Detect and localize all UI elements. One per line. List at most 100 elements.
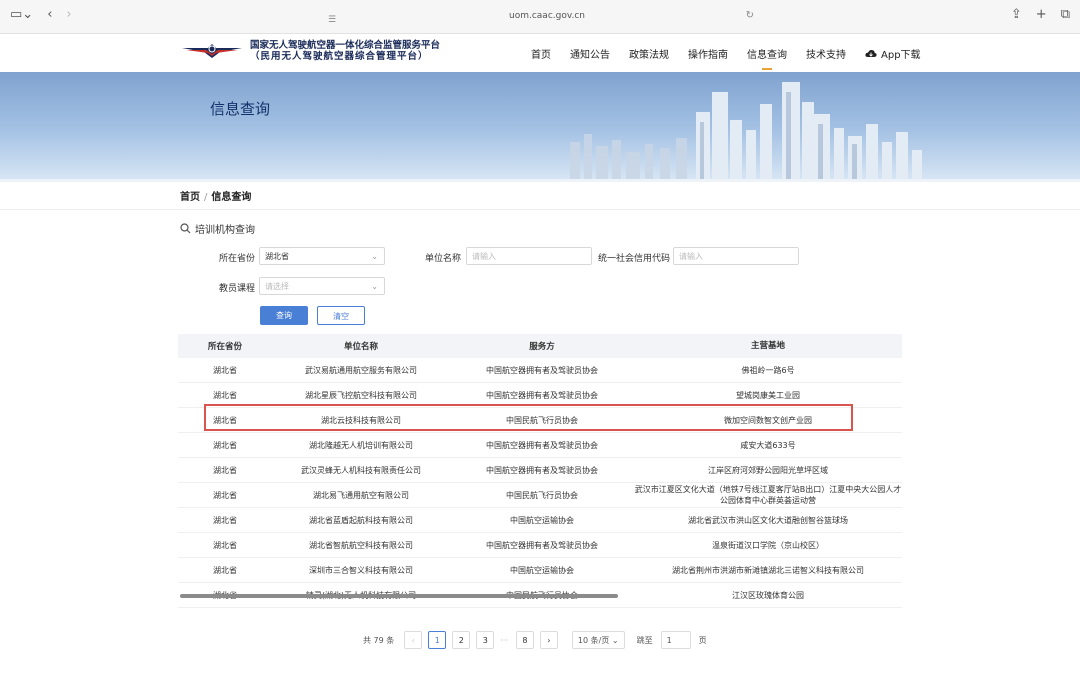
reload-icon[interactable]: ↻ xyxy=(746,6,754,26)
pagination: 共 79 条 ‹ 1 2 3 ··· 8 › 10 条/页 ⌄ 跳至 1 页 xyxy=(363,631,707,649)
table-header: 所在省份 单位名称 服务方 主营基地 xyxy=(178,334,902,358)
cell-unit-name: 武汉灵蜂无人机科技有限责任公司 xyxy=(301,465,421,475)
cell-service-party: 中国航空器拥有者及驾驶员协会 xyxy=(486,540,598,550)
chevron-down-icon: ⌄ xyxy=(611,636,619,645)
cell-unit-name: 湖北省蓝盾起航科技有限公司 xyxy=(309,515,413,525)
table-row[interactable]: 湖北省 湖北省蓝盾起航科技有限公司 中国航空运输协会 湖北省武汉市洪山区文化大道融创智… xyxy=(178,508,902,533)
site-title-line2: （民用无人驾驶航空器综合管理平台） xyxy=(250,51,429,62)
breadcrumb-divider xyxy=(0,209,1080,210)
banner-divider xyxy=(0,179,1080,182)
back-icon[interactable]: ‹ xyxy=(47,7,52,22)
cell-base: 江岸区府河郊野公园阳光草坪区域 xyxy=(708,465,828,475)
chevron-down-icon: ⌄ xyxy=(371,282,378,291)
unit-name-label: 单位名称 xyxy=(425,254,462,264)
cell-base: 温泉街道汉口学院（京山校区） xyxy=(712,540,824,550)
cell-base: 湖北省武汉市洪山区文化大道融创智谷篮球场 xyxy=(688,515,848,525)
credit-code-input[interactable]: 请输入 xyxy=(673,247,799,265)
nav-info-query[interactable]: 信息查询 xyxy=(747,46,787,61)
tab-overview-icon[interactable]: ⧉ xyxy=(1061,7,1070,22)
cell-province: 湖北省 xyxy=(213,515,237,525)
clear-button[interactable]: 清空 xyxy=(317,306,365,325)
next-page-button[interactable]: › xyxy=(539,631,558,649)
cell-unit-name: 湖北省智航航空科技有限公司 xyxy=(309,540,413,550)
page-3-button[interactable]: 3 xyxy=(476,631,495,649)
cell-province: 湖北省 xyxy=(213,540,237,550)
browser-right-controls: ⇪ + ⧉ xyxy=(1011,7,1070,22)
cell-unit-name: 深圳市三合智义科技有限公司 xyxy=(309,565,413,575)
cell-province: 湖北省 xyxy=(213,390,237,400)
cell-unit-name: 武汉易航通用航空服务有限公司 xyxy=(305,365,417,375)
cell-service-party: 中国航空运输协会 xyxy=(510,515,574,525)
jump-label: 跳至 xyxy=(636,635,653,645)
share-icon[interactable]: ⇪ xyxy=(1011,7,1022,22)
header-service-party: 服务方 xyxy=(529,342,555,352)
cell-province: 湖北省 xyxy=(213,365,237,375)
page-settings-icon[interactable]: ☰ xyxy=(328,10,336,30)
page-size-select[interactable]: 10 条/页 ⌄ xyxy=(571,631,625,649)
banner-title: 信息查询 xyxy=(210,100,271,118)
header-province: 所在省份 xyxy=(207,342,242,352)
cell-service-party: 中国航空器拥有者及驾驶员协会 xyxy=(486,365,598,375)
highlight-box xyxy=(204,404,853,431)
address-bar[interactable]: ☰ uom.caac.gov.cn ↻ xyxy=(322,6,772,26)
breadcrumb-separator: / xyxy=(204,192,208,203)
cell-service-party: 中国航空器拥有者及驾驶员协会 xyxy=(486,390,598,400)
section-title: 培训机构查询 xyxy=(195,225,255,236)
nav-policies[interactable]: 政策法规 xyxy=(629,46,669,61)
table-row[interactable]: 湖北省 武汉易航通用航空服务有限公司 中国航空器拥有者及驾驶员协会 佛祖岭一路6号 xyxy=(178,358,902,383)
credit-code-label: 统一社会信用代码 xyxy=(598,254,671,264)
jump-page-input[interactable]: 1 xyxy=(660,631,691,649)
page-1-button[interactable]: 1 xyxy=(428,631,447,649)
course-select[interactable]: 请选择 ⌄ xyxy=(259,277,385,295)
cell-service-party: 中国航空器拥有者及驾驶员协会 xyxy=(486,440,598,450)
cloud-download-icon xyxy=(865,49,877,57)
province-select[interactable]: 湖北省 ⌄ xyxy=(259,247,385,265)
cell-service-party: 中国航空器拥有者及驾驶员协会 xyxy=(486,465,598,475)
cell-base: 江汉区玫瑰体育公园 xyxy=(732,590,804,600)
cell-base: 佛祖岭一路6号 xyxy=(741,365,795,375)
pagination-ellipsis[interactable]: ··· xyxy=(500,636,508,645)
horizontal-scrollbar[interactable] xyxy=(180,594,618,598)
chevron-down-icon: ⌄ xyxy=(371,252,378,261)
site-header: 国家无人驾驶航空器一体化综合监管服务平台 （民用无人驾驶航空器综合管理平台） 首… xyxy=(0,34,1080,72)
nav-app-download[interactable]: App下载 xyxy=(865,46,921,61)
prev-page-button[interactable]: ‹ xyxy=(404,631,423,649)
province-value: 湖北省 xyxy=(265,252,289,261)
nav-tech-support[interactable]: 技术支持 xyxy=(806,46,846,61)
site-title: 国家无人驾驶航空器一体化综合监管服务平台 （民用无人驾驶航空器综合管理平台） xyxy=(250,40,440,62)
page-banner: 信息查询 xyxy=(0,72,1080,179)
table-row[interactable]: 湖北省 深圳市三合智义科技有限公司 中国航空运输协会 湖北省荆州市洪湖市新滩镇湖北三诺… xyxy=(178,558,902,583)
cell-base: 望城岗康美工业园 xyxy=(736,390,800,400)
sidebar-toggle-icon[interactable]: ▭⌄ xyxy=(10,7,33,22)
page-2-button[interactable]: 2 xyxy=(452,631,471,649)
breadcrumb-home[interactable]: 首页 xyxy=(180,192,200,203)
province-label: 所在省份 xyxy=(219,254,256,264)
table-row[interactable]: 湖北省 武汉灵蜂无人机科技有限责任公司 中国航空器拥有者及驾驶员协会 江岸区府河郊野公… xyxy=(178,458,902,483)
table-body: 湖北省 武汉易航通用航空服务有限公司 中国航空器拥有者及驾驶员协会 佛祖岭一路6号 湖北… xyxy=(178,358,902,608)
course-label: 教员课程 xyxy=(219,284,256,294)
unit-name-input[interactable]: 请输入 xyxy=(466,247,592,265)
search-button[interactable]: 查询 xyxy=(260,306,308,325)
app-download-label: App下载 xyxy=(881,50,921,61)
cell-province: 湖北省 xyxy=(213,440,237,450)
nav-notices[interactable]: 通知公告 xyxy=(570,46,610,61)
total-count: 共 79 条 xyxy=(363,635,395,645)
table-row[interactable]: 湖北省 湖北隆越无人机培训有限公司 中国航空器拥有者及驾驶员协会 咸安大道633号 xyxy=(178,433,902,458)
new-tab-icon[interactable]: + xyxy=(1036,7,1047,22)
table-row[interactable]: 湖北省 湖北省智航航空科技有限公司 中国航空器拥有者及驾驶员协会 温泉街道汉口学院（京… xyxy=(178,533,902,558)
page-last-button[interactable]: 8 xyxy=(515,631,534,649)
nav-home[interactable]: 首页 xyxy=(531,46,551,61)
page-unit-label: 页 xyxy=(698,635,707,645)
cell-base: 武汉市江夏区文化大道（地铁7号线江夏客厅站B出口）江夏中央大公园人才公园体育中心… xyxy=(634,485,902,505)
breadcrumb: 首页 / 信息查询 xyxy=(180,188,251,203)
cell-unit-name: 湖北隆越无人机培训有限公司 xyxy=(309,440,413,450)
cell-province: 湖北省 xyxy=(213,565,237,575)
cell-province: 湖北省 xyxy=(213,465,237,475)
forward-icon[interactable]: › xyxy=(66,7,71,22)
table-row[interactable]: 湖北省 湖北易飞通用航空有限公司 中国民航飞行员协会 武汉市江夏区文化大道（地铁7号线… xyxy=(178,483,902,508)
results-table: 所在省份 单位名称 服务方 主营基地 湖北省 武汉易航通用航空服务有限公司 中国航空… xyxy=(178,334,902,608)
nav-guide[interactable]: 操作指南 xyxy=(688,46,728,61)
browser-left-controls: ▭⌄ ‹ › xyxy=(10,7,72,22)
cell-service-party: 中国航空运输协会 xyxy=(510,565,574,575)
caac-logo[interactable] xyxy=(180,40,244,62)
